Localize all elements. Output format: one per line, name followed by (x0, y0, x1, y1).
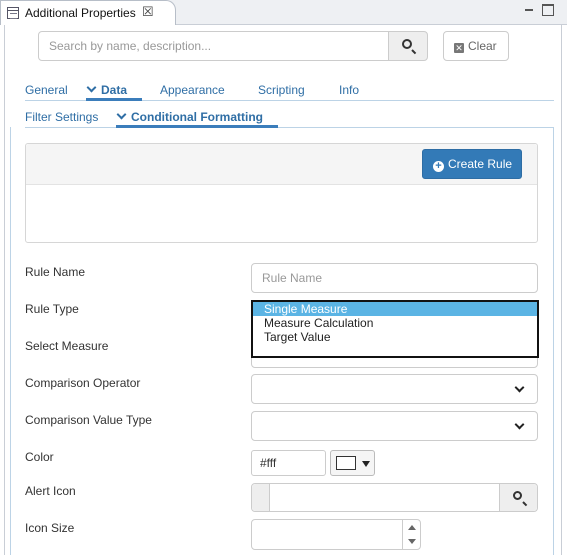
icon-size-stepper[interactable] (251, 519, 421, 550)
alert-icon-field[interactable] (251, 483, 538, 512)
search-button[interactable] (388, 31, 428, 61)
rule-type-option[interactable]: Single Measure (253, 302, 537, 316)
plus-circle-icon: + (433, 161, 444, 172)
tab-scripting[interactable]: Scripting (258, 83, 305, 97)
comparison-value-type-select[interactable] (251, 411, 538, 441)
subtab-conditional-formatting[interactable]: Conditional Formatting (131, 110, 263, 124)
create-rule-label: Create Rule (448, 157, 513, 171)
color-label: Color (25, 450, 54, 464)
comparison-operator-label: Comparison Operator (25, 376, 141, 390)
minimize-icon[interactable] (523, 4, 535, 16)
create-rule-button[interactable]: + Create Rule (422, 149, 522, 179)
icon-size-label: Icon Size (25, 521, 75, 535)
rule-type-option[interactable]: Measure Calculation (253, 316, 537, 330)
view-tab[interactable]: Additional Properties ☒ (0, 0, 176, 25)
tab-data[interactable]: Data (101, 83, 127, 97)
select-measure-label: Select Measure (25, 339, 109, 353)
close-icon[interactable]: ☒ (142, 4, 154, 20)
clear-icon: ✕ (454, 43, 464, 53)
clear-button[interactable]: ✕ Clear (443, 31, 509, 61)
maximize-icon[interactable] (542, 4, 554, 16)
properties-icon (7, 7, 19, 19)
arrow-down-icon[interactable] (408, 539, 416, 544)
search-icon (402, 39, 412, 49)
rule-type-option[interactable]: Target Value (253, 330, 537, 344)
stepper-buttons[interactable] (402, 520, 420, 549)
view-titlebar: Additional Properties ☒ (0, 0, 567, 25)
rule-name-label: Rule Name (25, 265, 86, 279)
chevron-down-icon (514, 382, 525, 393)
tab-general[interactable]: General (25, 83, 68, 97)
tab-appearance[interactable]: Appearance (160, 83, 225, 97)
color-swatch (336, 456, 356, 470)
rule-name-input[interactable] (251, 263, 538, 293)
view-tab-title: Additional Properties (25, 6, 136, 20)
comparison-operator-select[interactable] (251, 374, 538, 404)
caret-down-icon (362, 461, 370, 467)
clear-label: Clear (468, 39, 497, 53)
comparison-value-type-label: Comparison Value Type (25, 413, 152, 427)
active-tab-indicator (86, 98, 142, 101)
color-picker-button[interactable] (330, 450, 375, 476)
rule-type-dropdown[interactable]: Single Measure Measure Calculation Targe… (251, 300, 539, 358)
tab-info[interactable]: Info (339, 83, 359, 97)
search-input[interactable] (38, 31, 389, 61)
rule-type-label: Rule Type (25, 302, 79, 316)
color-hex-input[interactable]: #fff (251, 450, 326, 476)
chevron-down-icon (514, 419, 525, 430)
icon-search-button[interactable] (499, 484, 537, 511)
subtab-filter-settings[interactable]: Filter Settings (25, 110, 98, 124)
alert-icon-label: Alert Icon (25, 484, 76, 498)
search-icon (513, 491, 522, 500)
arrow-up-icon[interactable] (408, 525, 416, 530)
icon-preview (252, 484, 270, 511)
